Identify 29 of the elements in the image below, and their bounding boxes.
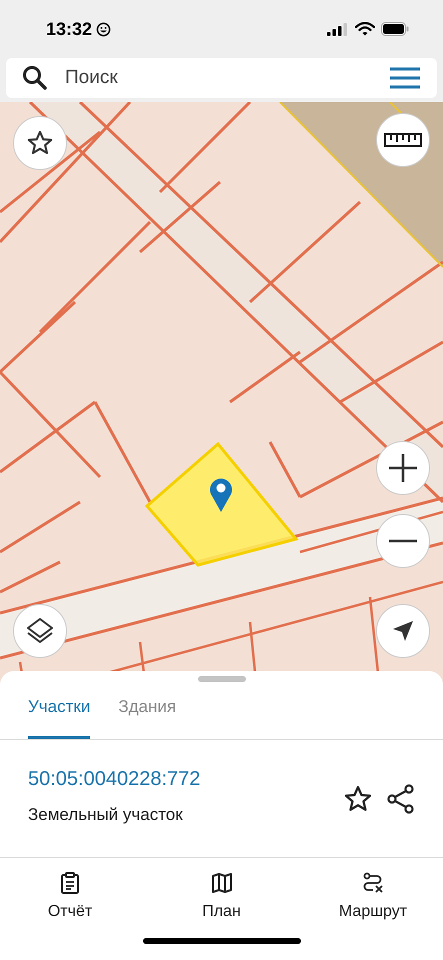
navigation-arrow-icon <box>391 619 415 643</box>
plus-icon <box>388 453 418 483</box>
clipboard-icon <box>60 872 80 894</box>
emoji-icon <box>96 22 112 36</box>
drag-handle[interactable] <box>198 676 246 682</box>
search-bar[interactable]: Поиск <box>6 58 437 98</box>
nav-button[interactable]: План <box>172 872 272 938</box>
wifi-icon <box>355 22 375 36</box>
layers-icon <box>25 616 55 646</box>
ruler-icon <box>384 131 422 149</box>
search-field[interactable]: Поиск <box>65 64 389 92</box>
route-icon <box>362 872 384 894</box>
nav-button[interactable]: Отчёт <box>20 872 120 938</box>
share-icon[interactable] <box>387 784 415 814</box>
map-icon <box>210 872 232 894</box>
minus-icon <box>388 539 418 543</box>
cadastral-number-link[interactable]: 50:05:0040228:772 <box>28 764 343 794</box>
nav-button[interactable]: Маршрут <box>323 872 423 938</box>
menu-icon[interactable] <box>389 67 421 89</box>
search-icon <box>22 65 48 91</box>
location-pin-icon <box>209 477 233 512</box>
parcel-type: Земельный участок <box>28 804 184 826</box>
status-time: 13:32 <box>46 18 92 40</box>
star-icon <box>26 129 54 157</box>
star-icon[interactable] <box>343 784 373 814</box>
tab[interactable]: Участки <box>28 694 90 739</box>
selected-parcel[interactable] <box>144 441 300 568</box>
battery-icon <box>381 22 409 36</box>
signal-icon <box>327 22 349 36</box>
